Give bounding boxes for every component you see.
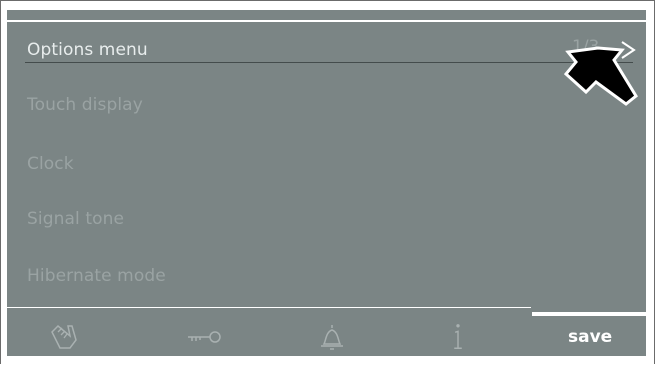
key-icon[interactable]	[186, 322, 224, 352]
menu-item-touch-display[interactable]: Touch display	[27, 95, 143, 115]
title-underline	[25, 62, 633, 63]
save-highlight-bar	[532, 312, 646, 316]
menu-item-hibernate-mode[interactable]: Hibernate mode	[27, 266, 166, 286]
hand-icon[interactable]	[48, 322, 82, 352]
next-page-arrow-icon[interactable]	[560, 38, 640, 106]
menu-title: Options menu	[27, 40, 148, 60]
bell-icon[interactable]	[318, 322, 346, 352]
info-icon[interactable]	[448, 322, 468, 352]
top-divider	[7, 20, 646, 22]
footer-divider	[7, 307, 531, 308]
menu-item-signal-tone[interactable]: Signal tone	[27, 209, 124, 229]
menu-item-clock[interactable]: Clock	[27, 154, 74, 174]
save-button[interactable]: save	[568, 327, 612, 347]
